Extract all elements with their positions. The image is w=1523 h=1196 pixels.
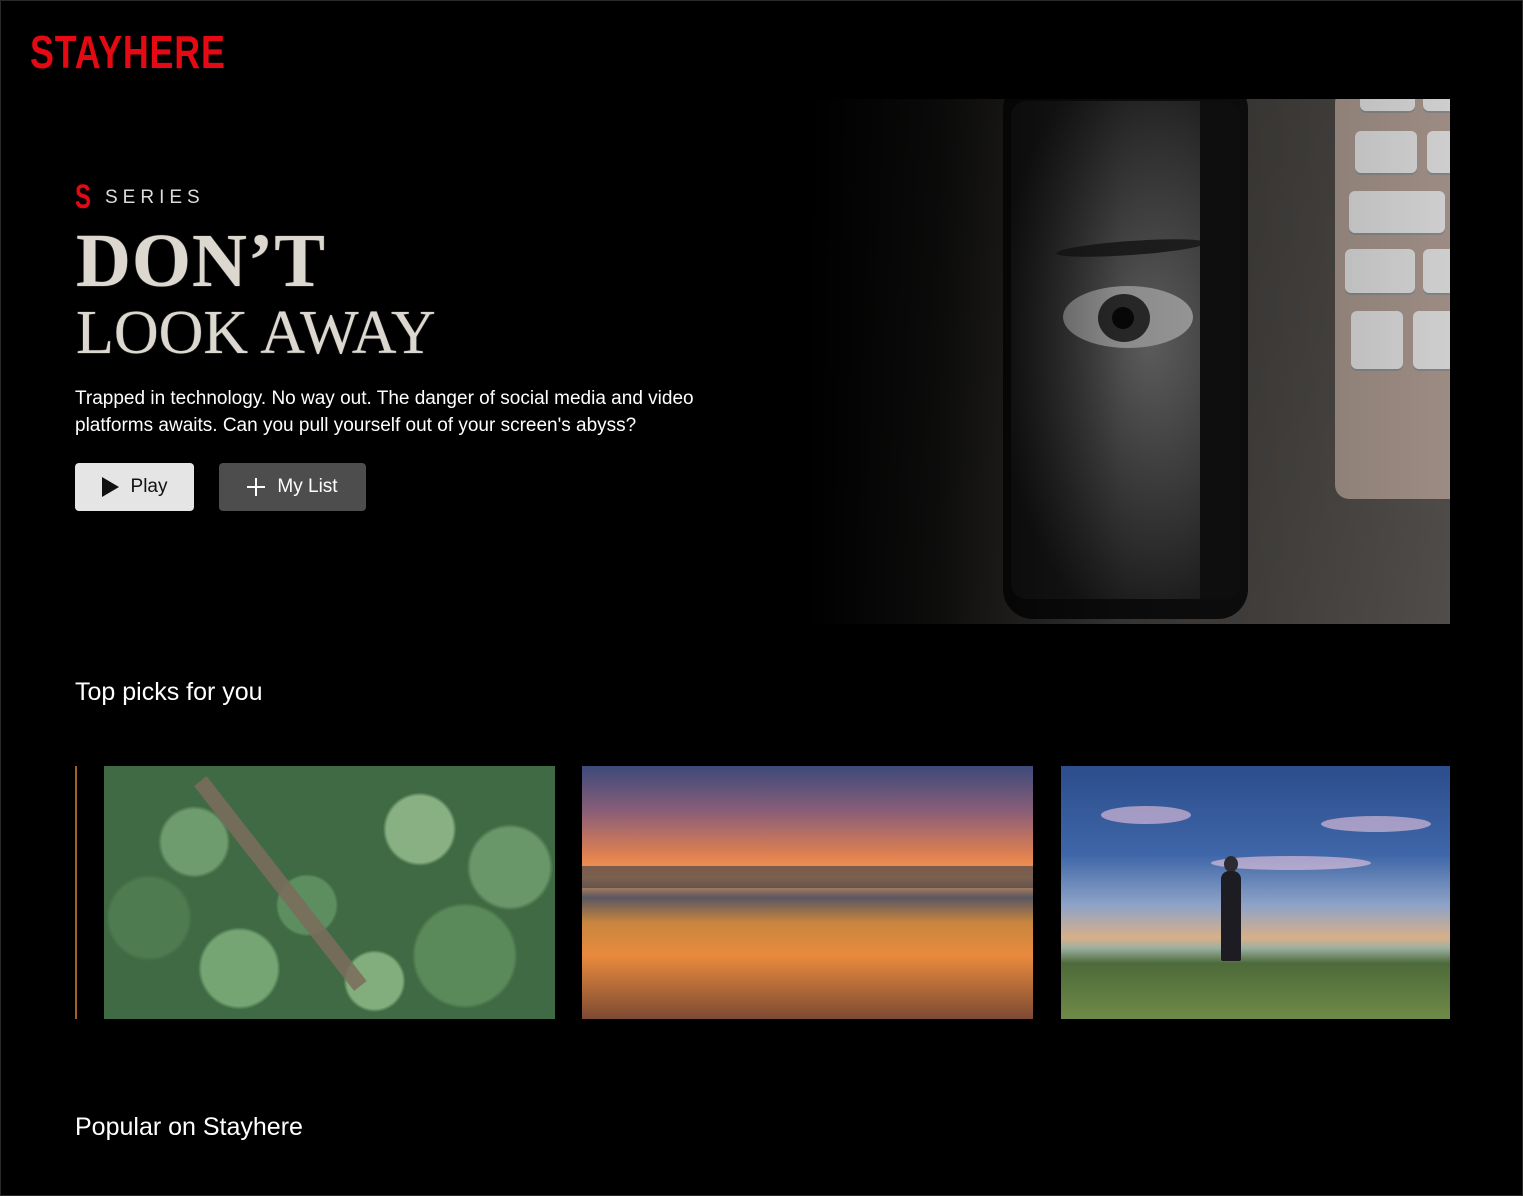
series-badge: S SERIES <box>75 178 205 217</box>
thumbnail-forest-aerial[interactable] <box>104 766 555 1019</box>
plus-icon <box>247 478 266 496</box>
logo-text: STAYHERE <box>30 26 226 78</box>
previous-thumbnail-edge[interactable] <box>75 766 77 1019</box>
row-title-popular: Popular on Stayhere <box>75 1113 303 1141</box>
hero-title-line-2: LOOK AWAY <box>76 299 436 367</box>
play-icon <box>101 477 119 497</box>
my-list-label: My List <box>277 476 338 497</box>
row-title-top-picks: Top picks for you <box>75 678 263 706</box>
hero-fade-overlay <box>720 99 1450 624</box>
thumbnail-person-in-field[interactable] <box>1061 766 1450 1019</box>
thumbnail-beach-sunset[interactable] <box>582 766 1033 1019</box>
hero-synopsis: Trapped in technology. No way out. The d… <box>75 388 694 436</box>
my-list-button[interactable]: My List <box>219 463 366 511</box>
top-picks-row <box>75 766 1450 1019</box>
hero-title-line-1: DON’T <box>76 219 326 303</box>
play-label: Play <box>130 476 168 497</box>
series-label: SERIES <box>105 186 205 208</box>
series-logo-icon: S <box>75 178 91 216</box>
play-button[interactable]: Play <box>75 463 194 511</box>
brand-logo[interactable]: STAYHERE <box>30 22 281 82</box>
